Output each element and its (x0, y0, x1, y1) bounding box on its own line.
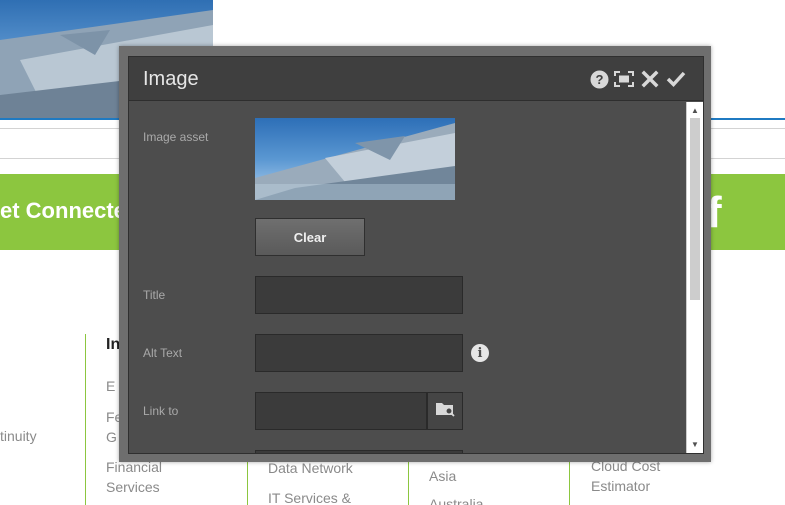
dialog-title: Image (143, 68, 199, 90)
column-divider (85, 334, 86, 505)
alt-text-input[interactable] (255, 334, 463, 372)
footer-link[interactable]: E (106, 376, 115, 396)
dialog-header: Image ? (129, 57, 703, 101)
link-to-input[interactable] (255, 392, 427, 430)
scroll-down-arrow[interactable]: ▼ (687, 437, 703, 451)
footer-link[interactable]: Services (106, 477, 160, 497)
clear-button[interactable]: Clear (255, 218, 365, 256)
dialog-scrollbar[interactable]: ▲ ▼ (686, 102, 703, 453)
footer-link[interactable]: Estimator (591, 476, 650, 496)
fullscreen-icon[interactable] (614, 69, 634, 89)
link-to-label: Link to (143, 404, 179, 418)
image-asset-thumbnail[interactable] (255, 118, 455, 200)
footer-link[interactable]: tinuity (0, 426, 37, 446)
browse-button[interactable] (427, 392, 463, 430)
title-input[interactable] (255, 276, 463, 314)
svg-text:?: ? (595, 72, 603, 87)
close-icon[interactable] (640, 69, 660, 89)
image-dialog: Image ? Image asset Clear Title Alt Text… (128, 56, 704, 454)
footer-link[interactable]: G (106, 427, 117, 447)
footer-link[interactable]: Australia (429, 494, 483, 505)
alt-text-label: Alt Text (143, 346, 183, 360)
help-icon[interactable]: ? (589, 69, 609, 89)
check-icon[interactable] (666, 69, 686, 89)
scroll-thumb[interactable] (690, 118, 700, 300)
banner-text: et Connecte (0, 198, 126, 223)
info-icon[interactable]: i (471, 344, 489, 362)
scroll-up-arrow[interactable]: ▲ (687, 103, 703, 117)
title-label: Title (143, 288, 166, 302)
footer-link[interactable]: Asia (429, 466, 456, 486)
folder-search-icon (435, 401, 455, 422)
footer-link[interactable]: IT Services & (268, 488, 351, 505)
stage: et Connecte f In tinuity E Fe G Financia… (0, 0, 785, 505)
dialog-body: Image asset Clear Title Alt Text i Link … (129, 102, 686, 453)
next-field-input[interactable] (255, 450, 463, 453)
image-asset-label: Image asset (143, 130, 209, 144)
